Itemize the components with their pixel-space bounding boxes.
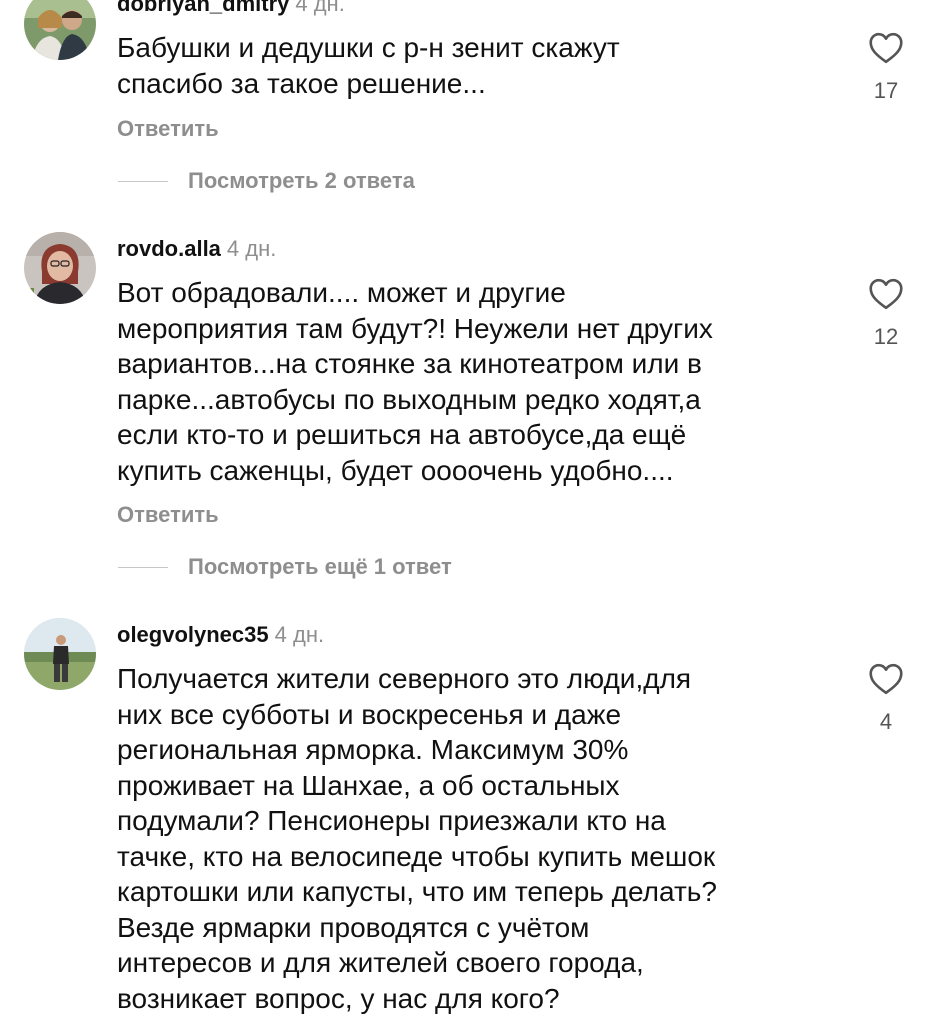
avatar-photo [24, 618, 96, 690]
timestamp: 4 дн. [274, 622, 325, 647]
heart-outline-icon[interactable] [868, 663, 904, 695]
comment-3: olegvolynec35 4 дн. Получается жители сев… [0, 0, 948, 1024]
comment-line: проживает на Шанхае, а об остальных [117, 769, 620, 801]
comment-header: olegvolynec35 4 дн. [117, 622, 324, 648]
comment-line: них все субботы и воскресенья и даже [117, 698, 622, 730]
comment-line: тачке, кто на велосипеде чтобы купить ме… [117, 840, 716, 872]
comment-line: подумали? Пенсионеры приезжали кто на [117, 805, 666, 836]
comment-line: возникает вопрос, у нас для кого? [117, 982, 560, 1014]
comment-line: региональная ярморка. Максимум 30% [117, 734, 629, 765]
like-count: 4 [879, 709, 893, 734]
comment-line: интересов и для жителей своего города, [117, 947, 644, 978]
avatar[interactable] [24, 618, 96, 690]
comment-line: Получается жители северного это люди,для [117, 663, 692, 694]
comment-text: Получается жители северного это люди,для… [117, 661, 857, 1016]
username[interactable]: olegvolynec35 [117, 622, 269, 647]
comment-line: Везде ярмарки проводятся с учётом [117, 911, 590, 943]
like-control: 4 [862, 663, 910, 735]
comment-line: картошки или капусты, что им теперь дела… [117, 876, 717, 907]
